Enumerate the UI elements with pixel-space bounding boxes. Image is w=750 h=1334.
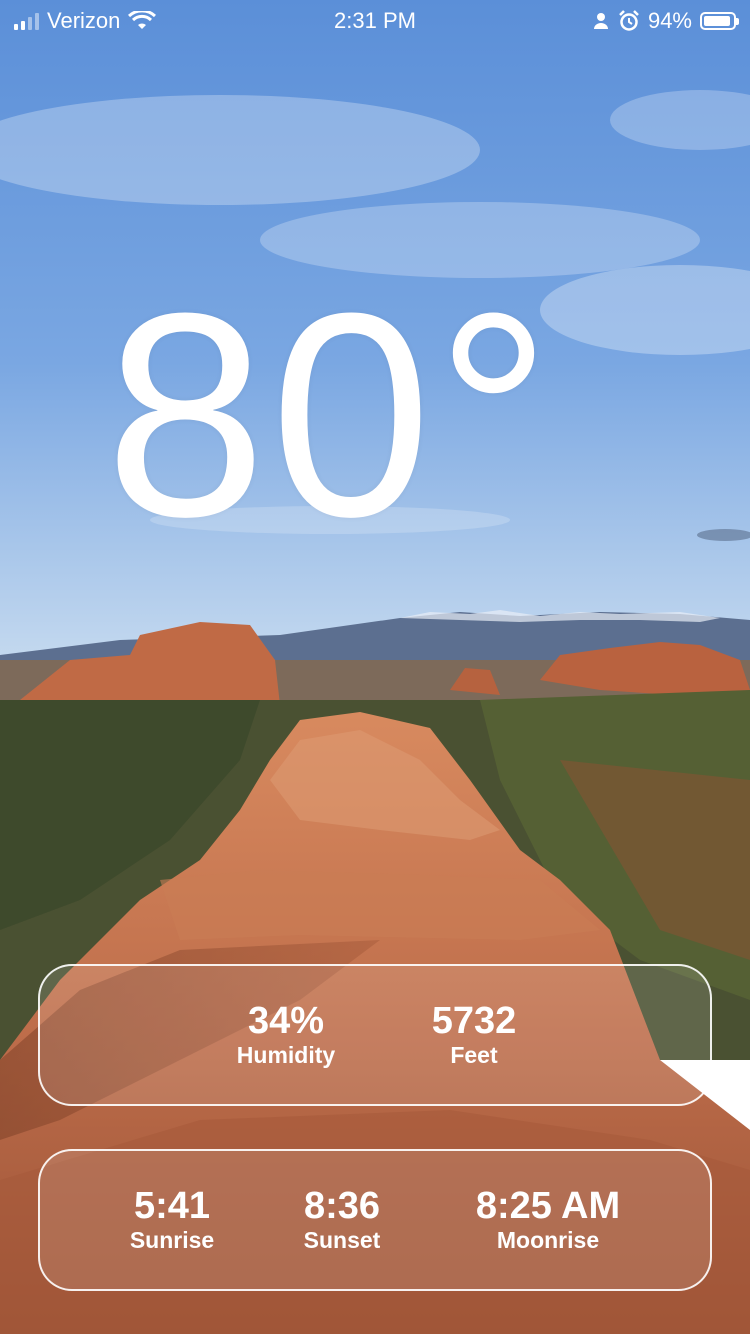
humidity-label: Humidity xyxy=(236,1041,336,1068)
battery-fill xyxy=(704,16,730,26)
sunset-value: 8:36 xyxy=(303,1185,381,1227)
elevation-label: Feet xyxy=(450,1041,498,1068)
sunrise-label: Sunrise xyxy=(129,1226,215,1253)
moonrise-value: 8:25 AM xyxy=(475,1185,621,1227)
background-landscape-photo xyxy=(0,0,750,1334)
moonrise-label: Moonrise xyxy=(496,1226,600,1253)
alarm-icon xyxy=(619,10,639,31)
battery-icon xyxy=(700,12,739,30)
humidity-value: 34% xyxy=(247,1000,325,1042)
moonrise-stat: 8:25 AM Moonrise xyxy=(458,1185,638,1254)
elevation-stat: 5732 Feet xyxy=(418,1000,530,1069)
battery-percent: 94% xyxy=(647,8,692,33)
status-bar: Verizon 2:31 PM 94% xyxy=(0,0,750,40)
elevation-value: 5732 xyxy=(431,1000,517,1042)
temperature-readout: 80° xyxy=(105,253,556,577)
person-icon xyxy=(593,13,608,29)
sunset-label: Sunset xyxy=(303,1226,381,1253)
humidity-elevation-card: 34% Humidity 5732 Feet xyxy=(38,964,712,1106)
sunset-stat: 8:36 Sunset xyxy=(286,1185,398,1254)
status-bar-right: 94% xyxy=(592,8,739,34)
humidity-stat: 34% Humidity xyxy=(230,1000,342,1069)
sunrise-value: 5:41 xyxy=(133,1185,211,1227)
sunrise-stat: 5:41 Sunrise xyxy=(112,1185,232,1254)
sun-moon-card: 5:41 Sunrise 8:36 Sunset 8:25 AM Moonris… xyxy=(38,1149,712,1291)
